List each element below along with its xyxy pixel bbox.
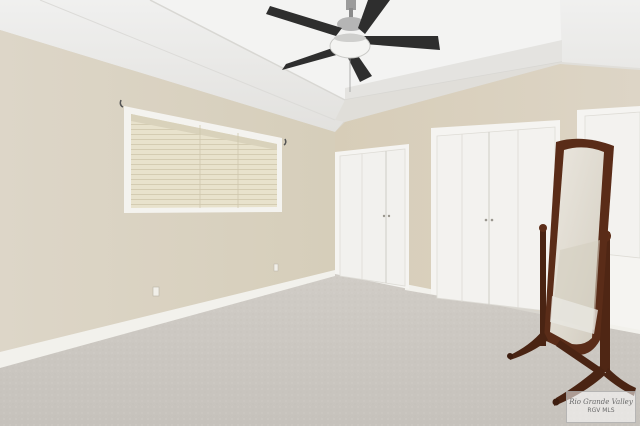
watermark-line1: Rio Grande Valley [569, 398, 633, 406]
watermark-line2: RGV MLS [587, 407, 615, 414]
bedroom-illustration [0, 0, 640, 426]
bedroom-photo: Rio Grande Valley RGV MLS [0, 0, 640, 426]
mls-watermark: Rio Grande Valley RGV MLS [566, 391, 636, 423]
wall-outlet [273, 263, 279, 272]
wall-outlet [152, 286, 160, 297]
closet-door-left [335, 144, 409, 289]
